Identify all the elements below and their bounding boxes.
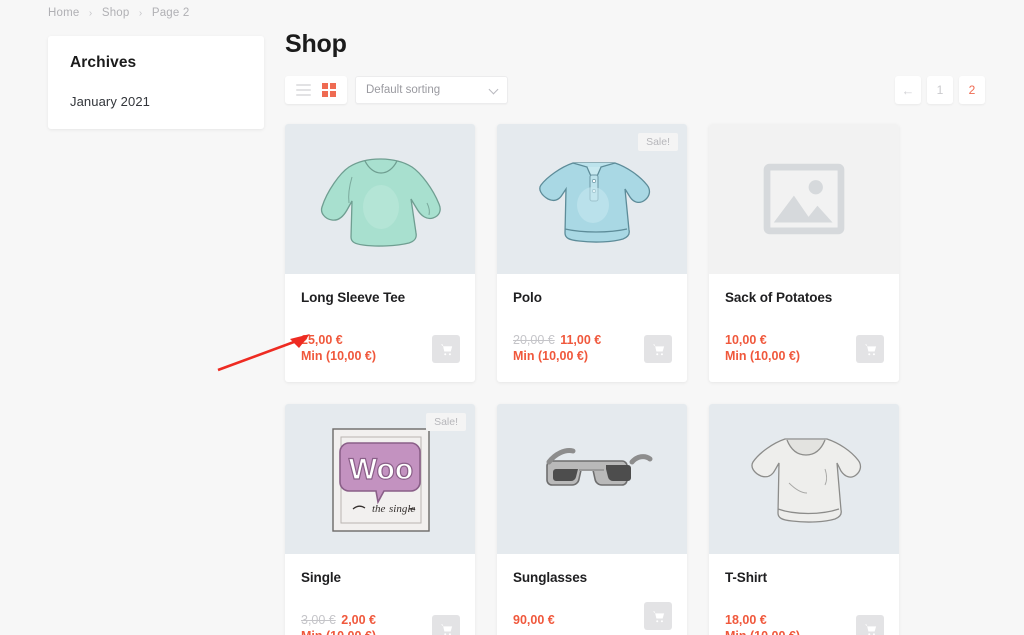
pagination-prev-button[interactable]: ← — [895, 76, 921, 104]
long-sleeve-tee-illustration — [320, 157, 441, 247]
product-image-long-sleeve-tee[interactable] — [285, 124, 475, 274]
product-info: Sunglasses 90,00 € — [497, 554, 687, 635]
breadcrumb-separator: › — [88, 8, 93, 19]
view-mode-toggle — [285, 76, 347, 104]
polo-shirt-illustration — [539, 161, 651, 243]
sale-badge: Sale! — [426, 413, 466, 431]
product-title[interactable]: Single — [301, 570, 459, 585]
product-sale-price: 2,00 € — [341, 613, 377, 627]
list-view-icon[interactable] — [296, 83, 311, 97]
sorting-select-value: Default sorting — [366, 84, 441, 96]
product-price: 90,00 € — [513, 613, 555, 627]
t-shirt-illustration — [751, 437, 862, 523]
product-title[interactable]: Sunglasses — [513, 570, 671, 585]
product-title[interactable]: T-Shirt — [725, 570, 883, 585]
pagination-page-2[interactable]: 2 — [959, 76, 985, 104]
cart-icon — [652, 611, 664, 622]
add-to-cart-button[interactable] — [432, 615, 460, 635]
shop-page: Home › Shop › Page 2 Archives January 20… — [0, 0, 1024, 635]
product-grid: Long Sleeve Tee 25,00 € Min (10,00 €) Sa… — [285, 124, 985, 635]
product-min-price: Min (10,00 €) — [301, 629, 376, 635]
product-info: Sack of Potatoes 10,00 € Min (10,00 €) — [709, 274, 899, 382]
cart-icon — [652, 344, 664, 355]
sorting-select[interactable]: Default sorting — [355, 76, 508, 104]
product-card[interactable]: Long Sleeve Tee 25,00 € Min (10,00 €) — [285, 124, 475, 382]
sidebar-item-january-2021[interactable]: January 2021 — [70, 94, 242, 109]
woo-single-album-illustration: Woo the single — [332, 427, 430, 532]
product-card[interactable]: Sale! Woo the single Single 3,00 € 2,00 … — [285, 404, 475, 635]
product-title[interactable]: Long Sleeve Tee — [301, 290, 459, 305]
pagination-page-1[interactable]: 1 — [927, 76, 953, 104]
breadcrumb-item-home[interactable]: Home — [48, 7, 79, 19]
product-info: Long Sleeve Tee 25,00 € Min (10,00 €) — [285, 274, 475, 382]
svg-text:Woo: Woo — [349, 453, 413, 486]
svg-text:the: the — [372, 503, 386, 515]
product-min-price: Min (10,00 €) — [513, 349, 589, 363]
grid-view-icon[interactable] — [322, 83, 336, 97]
sidebar-archives-widget: Archives January 2021 — [48, 36, 264, 129]
breadcrumb-item-current: Page 2 — [151, 7, 190, 19]
add-to-cart-button[interactable] — [644, 602, 672, 630]
chevron-down-icon — [488, 84, 499, 95]
cart-icon — [440, 624, 452, 635]
cart-icon — [440, 344, 452, 355]
pagination: ← 1 2 — [895, 76, 985, 104]
sunglasses-illustration — [546, 448, 653, 486]
product-sale-price: 11,00 € — [560, 333, 602, 347]
breadcrumb: Home › Shop › Page 2 — [48, 7, 190, 19]
product-image-placeholder[interactable] — [709, 124, 899, 274]
product-card[interactable]: Sack of Potatoes 10,00 € Min (10,00 €) — [709, 124, 899, 382]
product-title[interactable]: Sack of Potatoes — [725, 290, 883, 305]
cart-icon — [864, 344, 876, 355]
product-title[interactable]: Polo — [513, 290, 671, 305]
product-price: 18,00 € — [725, 613, 767, 627]
product-info: Single 3,00 € 2,00 € Min (10,00 €) — [285, 554, 475, 635]
product-price: 25,00 € — [301, 333, 343, 347]
product-card[interactable]: Sale! Polo 20,00 € 11,00 € Min (10,00 €) — [497, 124, 687, 382]
product-image-polo[interactable]: Sale! — [497, 124, 687, 274]
page-title: Shop — [285, 30, 347, 58]
add-to-cart-button[interactable] — [856, 615, 884, 635]
sidebar-widget-title: Archives — [70, 54, 137, 71]
add-to-cart-button[interactable] — [432, 335, 460, 363]
product-price: 10,00 € — [725, 333, 767, 347]
cart-icon — [864, 624, 876, 635]
product-image-sunglasses[interactable] — [497, 404, 687, 554]
breadcrumb-item-shop[interactable]: Shop — [102, 7, 130, 19]
product-min-price: Min (10,00 €) — [301, 349, 377, 363]
add-to-cart-button[interactable] — [644, 335, 672, 363]
product-card[interactable]: T-Shirt 18,00 € Min (10,00 €) — [709, 404, 899, 635]
product-regular-price: 20,00 € — [513, 333, 555, 347]
product-min-price: Min (10,00 €) — [725, 629, 800, 635]
image-placeholder-icon — [763, 163, 845, 235]
add-to-cart-button[interactable] — [856, 335, 884, 363]
product-card[interactable]: Sunglasses 90,00 € — [497, 404, 687, 635]
breadcrumb-separator: › — [138, 8, 143, 19]
shop-toolbar: Default sorting ← 1 2 — [285, 76, 985, 106]
sale-badge: Sale! — [638, 133, 678, 151]
product-info: Polo 20,00 € 11,00 € Min (10,00 €) — [497, 274, 687, 382]
product-image-t-shirt[interactable] — [709, 404, 899, 554]
shop-main: Shop Default sorting ← 1 2 Long Sleeve T… — [285, 30, 985, 635]
product-image-single[interactable]: Sale! Woo the single — [285, 404, 475, 554]
product-min-price: Min (10,00 €) — [725, 349, 801, 363]
product-info: T-Shirt 18,00 € Min (10,00 €) — [709, 554, 899, 635]
product-regular-price: 3,00 € — [301, 613, 336, 627]
